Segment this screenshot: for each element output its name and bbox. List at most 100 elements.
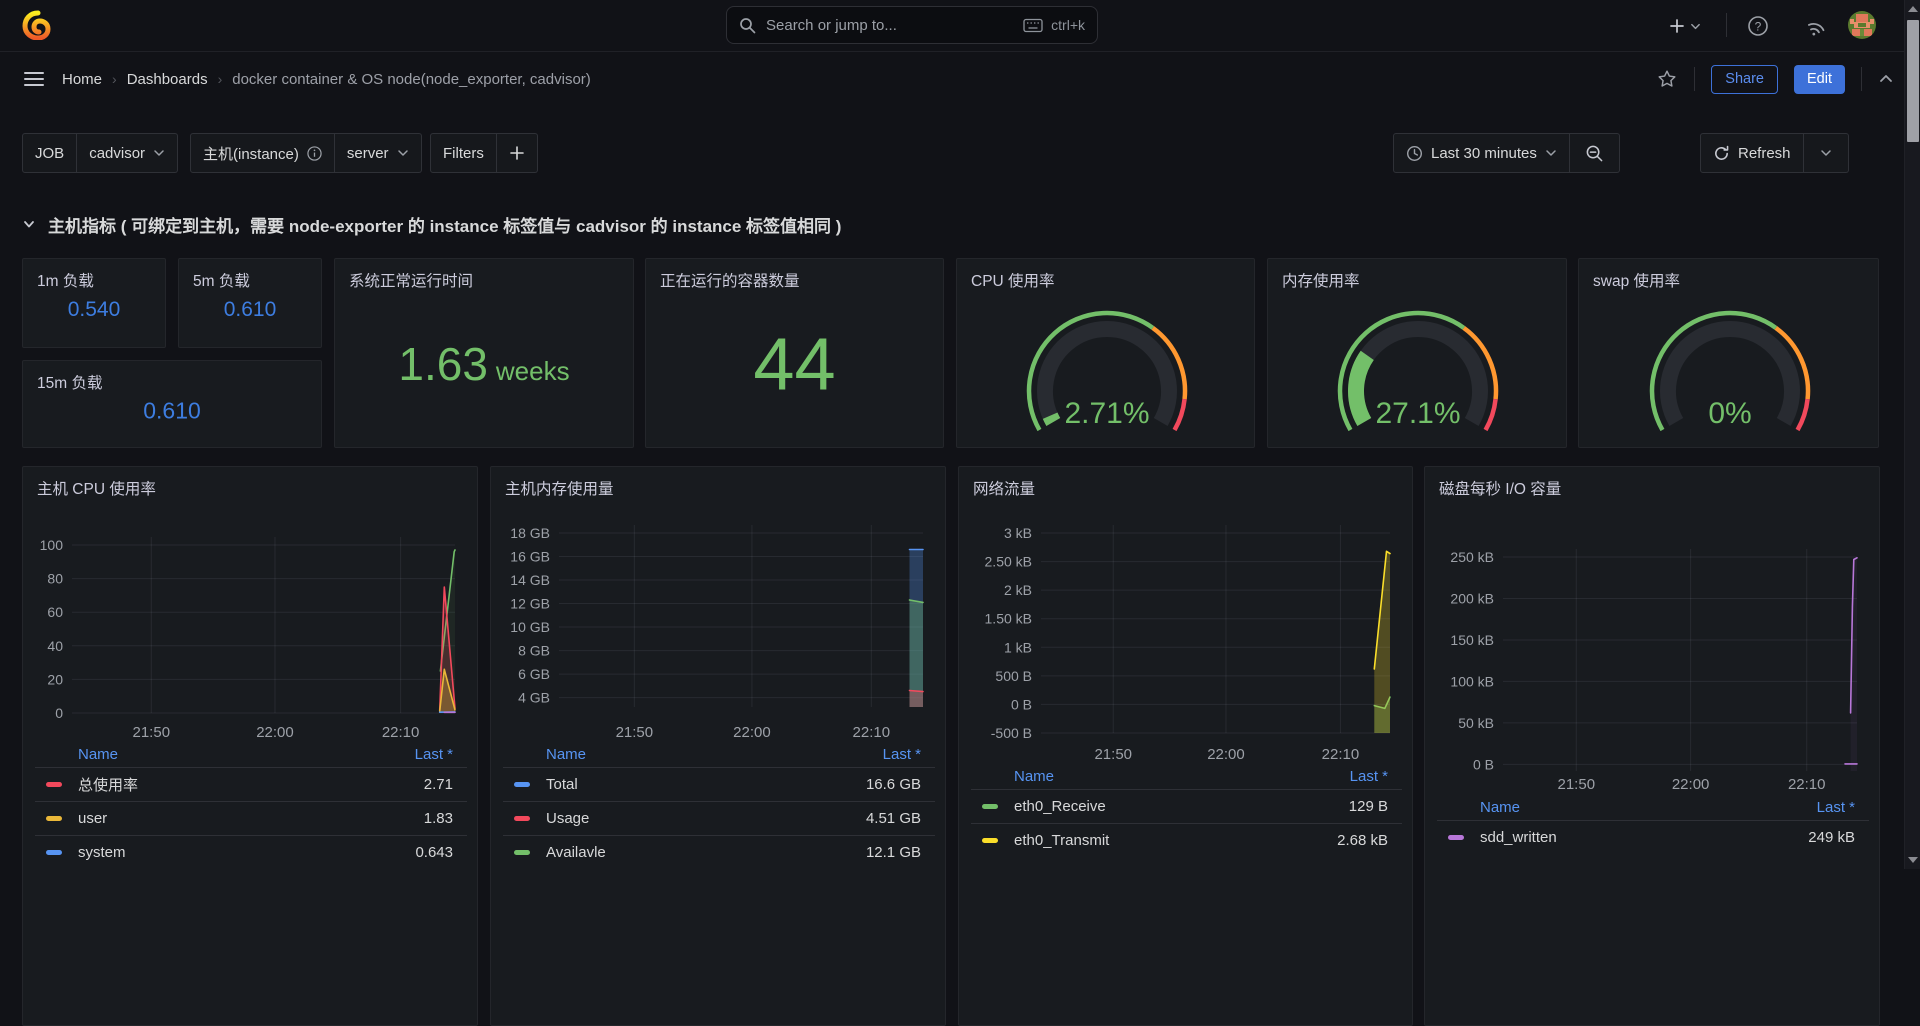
variable-instance-value[interactable]: server [334,133,422,173]
legend-row[interactable]: system 0.643 [35,835,467,869]
legend-series-value: 12.1 GB [865,844,921,861]
legend-series-name[interactable]: 总使用率 [78,774,424,795]
legend-row[interactable]: Usage 4.51 GB [503,801,935,835]
legend-series-name[interactable]: Total [546,776,866,793]
legend-series-name[interactable]: system [78,844,415,861]
legend-series-name[interactable]: eth0_Receive [1014,798,1349,815]
legend-header-last[interactable]: Last * [1350,768,1388,785]
legend-series-value: 249 kB [1808,829,1855,846]
legend-series-name[interactable]: Usage [546,810,866,827]
series-color-swatch [514,816,530,821]
svg-text:0 B: 0 B [1473,756,1494,772]
svg-text:1.50 kB: 1.50 kB [985,611,1032,627]
refresh-interval-dropdown[interactable] [1803,133,1849,173]
breadcrumb-home[interactable]: Home [62,71,102,88]
legend-header-name[interactable]: Name [546,746,586,763]
scroll-down-arrow[interactable] [1908,857,1918,863]
panel-title[interactable]: 5m 负载 [193,269,250,291]
variable-instance-label: 主机(instance) [190,133,335,173]
panel-title[interactable]: 内存使用率 [1282,269,1360,291]
legend-series-name[interactable]: user [78,810,424,827]
panel-title[interactable]: 15m 负载 [37,371,102,393]
keyboard-icon [1023,18,1043,33]
search-icon [739,17,756,34]
svg-text:80: 80 [47,571,63,587]
panel-title[interactable]: 1m 负载 [37,269,94,291]
legend-row[interactable]: Total 16.6 GB [503,767,935,801]
filters-label: Filters [430,133,497,173]
legend-header-last[interactable]: Last * [1817,799,1855,816]
breadcrumb-dashboards[interactable]: Dashboards [127,71,208,88]
chart-plot[interactable]: -500 B 0 B 500 B 1 kB 1.50 kB 2 kB 2.50 kB 3 kB… [959,467,1412,771]
legend-series-name[interactable]: sdd_written [1480,829,1808,846]
legend-series-value: 1.83 [423,810,453,827]
chart-legend: Name Last * Total 16.6 GB Usage 4.51 GB Availa… [491,744,945,869]
svg-text:16 GB: 16 GB [510,549,550,565]
panel-load-15m: 15m 负载 0.610 [22,360,322,448]
dashboard-row-header[interactable]: 主机指标 ( 可绑定到主机，需要 node-exporter 的 instanc… [22,205,841,243]
series-color-swatch [46,816,62,821]
chart-plot[interactable]: 0 20 40 60 80 100 21:50 22:00 22:10 [23,467,477,749]
top-navbar: Search or jump to... ctrl+k ? [0,0,1920,52]
avatar[interactable] [1848,11,1876,39]
series-color-swatch [514,782,530,787]
memory-gauge: 27.1% [1313,289,1523,439]
star-icon[interactable] [1656,68,1678,90]
legend-header-name[interactable]: Name [1480,799,1520,816]
legend-row[interactable]: sdd_written 249 kB [1437,820,1869,854]
legend-series-name[interactable]: Availavle [546,844,866,861]
zoom-out-button[interactable] [1569,133,1620,173]
panel-title[interactable]: 系统正常运行时间 [349,269,473,291]
panel-host-memory-usage: 主机内存使用量 4 GB 6 GB 8 GB 10 GB 12 GB 14 GB 16 GB… [490,466,946,1026]
legend-header-name[interactable]: Name [1014,768,1054,785]
scroll-up-arrow[interactable] [1908,6,1918,12]
svg-text:100: 100 [40,537,64,553]
search-input[interactable]: Search or jump to... ctrl+k [726,6,1098,44]
chart-plot[interactable]: 4 GB 6 GB 8 GB 10 GB 12 GB 14 GB 16 GB 18 GB 21:… [491,467,945,749]
legend-row[interactable]: 总使用率 2.71 [35,767,467,801]
hamburger-menu-icon[interactable] [24,71,44,87]
panel-title[interactable]: swap 使用率 [1593,269,1680,291]
legend-series-value: 16.6 GB [865,776,921,793]
time-range-picker[interactable]: Last 30 minutes [1393,133,1570,173]
stat-value: 44 [753,322,836,406]
svg-text:?: ? [1755,20,1762,34]
panel-title[interactable]: CPU 使用率 [971,269,1055,291]
plus-icon [1668,17,1686,35]
panel-title[interactable]: 正在运行的容器数量 [660,269,800,291]
help-button[interactable]: ? [1744,12,1772,40]
scrollbar-thumb[interactable] [1907,20,1919,142]
svg-text:22:10: 22:10 [853,724,891,741]
share-button[interactable]: Share [1711,64,1778,94]
svg-text:22:10: 22:10 [1788,776,1826,793]
series-color-swatch [514,850,530,855]
divider [1861,67,1862,91]
legend-header-last[interactable]: Last * [883,746,921,763]
legend-series-name[interactable]: eth0_Transmit [1014,832,1337,849]
legend-row[interactable]: eth0_Transmit 2.68 kB [971,823,1402,857]
new-menu-button[interactable] [1660,12,1708,40]
grafana-logo[interactable] [22,10,52,40]
refresh-button[interactable]: Refresh [1700,133,1804,173]
scrollbar[interactable] [1904,0,1920,869]
svg-text:22:10: 22:10 [1322,746,1360,763]
legend-header-last[interactable]: Last * [415,746,453,763]
variable-job-label: JOB [22,133,78,173]
legend-row[interactable]: user 1.83 [35,801,467,835]
svg-text:6 GB: 6 GB [518,666,550,682]
add-filter-button[interactable] [496,133,538,173]
chevron-up-icon[interactable] [1878,71,1894,87]
legend-header-name[interactable]: Name [78,746,118,763]
legend-row[interactable]: Availavle 12.1 GB [503,835,935,869]
news-rss-icon[interactable] [1802,12,1830,40]
svg-text:1 kB: 1 kB [1004,639,1032,655]
series-color-swatch [982,804,998,809]
chevron-down-icon [397,150,408,156]
legend-row[interactable]: eth0_Receive 129 B [971,789,1402,823]
chart-legend: Name Last * sdd_written 249 kB [1425,797,1879,854]
edit-button[interactable]: Edit [1794,64,1845,94]
variable-job-value[interactable]: cadvisor [77,133,179,173]
svg-text:22:10: 22:10 [382,724,420,741]
chart-plot[interactable]: 0 B 50 kB 100 kB 150 kB 200 kB 250 kB 21:50 22:… [1425,467,1879,801]
adhoc-filters: Filters [430,133,538,173]
